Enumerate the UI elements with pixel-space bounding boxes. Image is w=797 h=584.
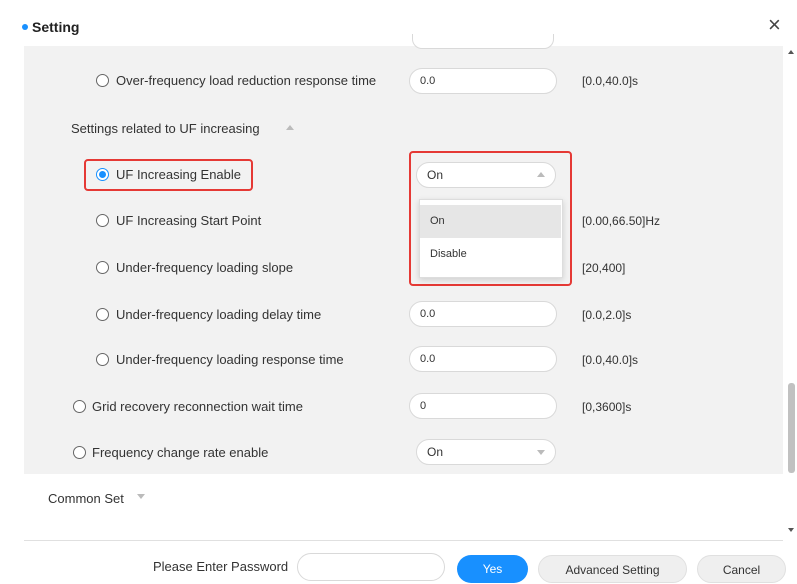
uf-loading-response-radio[interactable] [96,353,109,366]
freq-change-rate-radio[interactable] [73,446,86,459]
uf-start-point-radio[interactable] [96,214,109,227]
grid-recovery-radio[interactable] [73,400,86,413]
select-caret-down-icon[interactable] [537,450,545,455]
grid-recovery-input[interactable]: 0 [409,393,557,419]
uf-enable-select-value: On [427,168,444,182]
grid-recovery-range: [0,3600]s [582,400,632,414]
uf-loading-response-label: Under-frequency loading response time [116,352,344,367]
scrollbar-thumb[interactable] [788,383,795,473]
dropdown-option-disable[interactable]: Disable [420,238,561,271]
scroll-up-arrow-icon[interactable] [788,50,794,54]
uf-loading-response-input[interactable]: 0.0 [409,346,557,372]
cancel-button[interactable]: Cancel [697,555,786,583]
over-freq-response-range: [0.0,40.0]s [582,74,639,88]
advanced-setting-button[interactable]: Advanced Setting [538,555,687,583]
select-caret-up-icon[interactable] [537,172,545,177]
uf-enable-radio[interactable] [96,168,109,181]
expand-caret-icon[interactable] [137,494,145,499]
scroll-down-arrow-icon[interactable] [788,528,794,532]
grid-recovery-label: Grid recovery reconnection wait time [92,399,303,414]
uf-loading-response-range: [0.0,40.0]s [582,353,639,367]
uf-loading-delay-input[interactable]: 0.0 [409,301,557,327]
partial-input-top[interactable] [412,34,554,49]
over-freq-response-input[interactable]: 0.0 [409,68,557,94]
uf-start-point-label: UF Increasing Start Point [116,213,262,228]
uf-loading-slope-radio[interactable] [96,261,109,274]
uf-start-point-range: [0.00,66.50]Hz [582,214,661,228]
common-set-label[interactable]: Common Set [48,491,124,506]
close-icon[interactable]: × [768,14,781,36]
freq-change-rate-label: Frequency change rate enable [92,445,269,460]
footer-divider [24,540,783,541]
uf-loading-delay-label: Under-frequency loading delay time [116,307,322,322]
yes-button[interactable]: Yes [457,555,528,583]
freq-change-rate-select-value: On [427,445,444,459]
password-label: Please Enter Password [153,559,289,574]
dropdown-option-on[interactable]: On [420,205,561,238]
uf-section-label: Settings related to UF increasing [71,121,260,136]
title-dot-icon [22,24,28,30]
uf-loading-delay-range: [0.0,2.0]s [582,308,632,322]
uf-enable-select[interactable]: On [416,162,556,188]
uf-loading-delay-radio[interactable] [96,308,109,321]
uf-loading-slope-label: Under-frequency loading slope [116,260,294,275]
over-freq-response-radio[interactable] [96,74,109,87]
freq-change-rate-select[interactable]: On [416,439,556,465]
over-freq-response-label: Over-frequency load reduction response t… [116,73,377,88]
uf-enable-dropdown: On Disable [419,199,563,278]
collapse-caret-icon[interactable] [286,125,294,130]
uf-loading-slope-range: [20,400] [582,261,626,275]
dialog-title: Setting [32,19,80,35]
uf-enable-label: UF Increasing Enable [116,167,242,182]
